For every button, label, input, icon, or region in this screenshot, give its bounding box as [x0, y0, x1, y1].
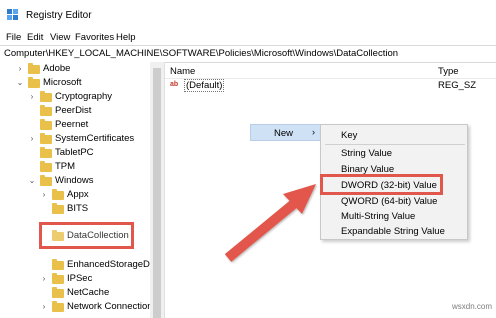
watermark: wsxdn.com: [452, 302, 493, 311]
annotation-arrow-icon: [224, 184, 316, 262]
